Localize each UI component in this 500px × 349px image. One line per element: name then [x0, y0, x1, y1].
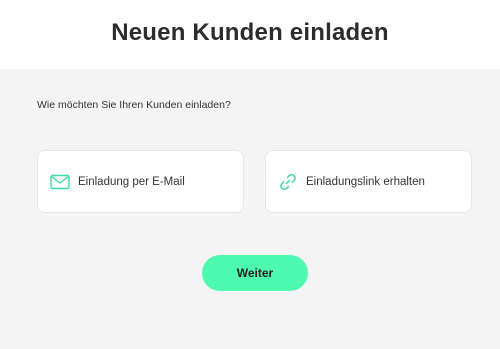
invite-panel: Wie möchten Sie Ihren Kunden einladen? E…: [0, 69, 500, 349]
header: Neuen Kunden einladen: [0, 0, 500, 69]
invite-question: Wie möchten Sie Ihren Kunden einladen?: [37, 99, 231, 111]
invite-by-email-label: Einladung per E-Mail: [78, 175, 185, 188]
page-title: Neuen Kunden einladen: [111, 18, 389, 46]
link-icon: [278, 172, 298, 192]
mail-icon: [50, 172, 70, 192]
next-button[interactable]: Weiter: [202, 255, 308, 291]
invite-by-email-option[interactable]: Einladung per E-Mail: [37, 150, 244, 213]
invite-link-option[interactable]: Einladungslink erhalten: [265, 150, 472, 213]
invite-link-label: Einladungslink erhalten: [306, 175, 425, 188]
